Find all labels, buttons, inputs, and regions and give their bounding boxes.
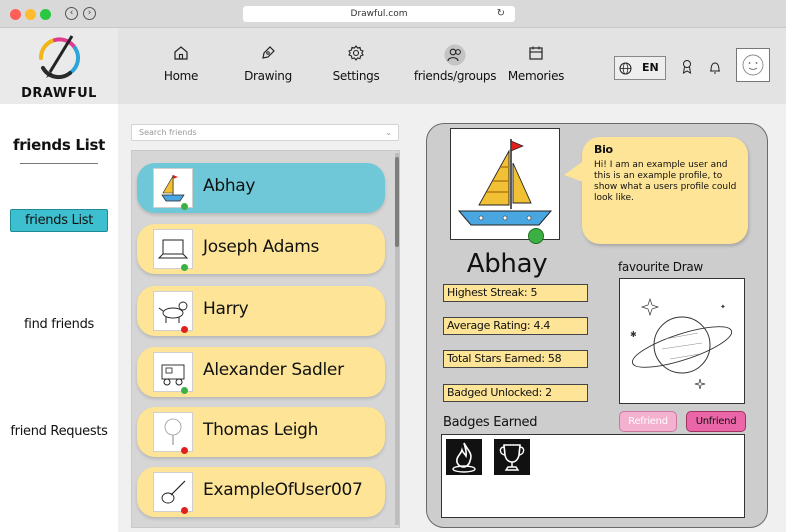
sidebar-item-friends-list[interactable]: friends List (10, 209, 108, 232)
friend-card[interactable]: Harry (137, 286, 385, 336)
calendar-icon (529, 46, 543, 60)
nav-home[interactable]: Home (136, 44, 226, 83)
url-text: Drawful.com (350, 9, 408, 19)
favourite-draw-label: favourite Draw (618, 260, 703, 274)
friend-card[interactable]: Joseph Adams (137, 224, 385, 274)
nav-settings[interactable]: Settings (311, 44, 401, 83)
train-drawing-thumbnail (153, 352, 193, 392)
globe-icon (619, 57, 632, 79)
address-bar[interactable]: Drawful.com ↻ (243, 6, 515, 22)
sidebar-item-find-friends[interactable]: find friends (0, 317, 118, 332)
back-icon[interactable]: ‹ (65, 7, 78, 20)
friend-card[interactable]: Thomas Leigh (137, 407, 385, 457)
profile-picture (450, 128, 560, 240)
stat-badges-unlocked: Badged Unlocked: 2 (443, 384, 588, 402)
flame-badge-icon[interactable] (446, 439, 482, 475)
boat-drawing-thumbnail (153, 168, 193, 208)
browser-toolbar: ‹ › Drawful.com ↻ (0, 0, 786, 28)
logo[interactable]: DRAWFUL (0, 28, 118, 104)
profile-name: Abhay (466, 249, 548, 279)
bio-text: Hi! I am an example user and this is an … (594, 160, 737, 203)
brush-logo-icon (38, 35, 81, 79)
language-code: EN (642, 61, 659, 74)
unfriend-button[interactable]: Unfriend (686, 411, 746, 432)
brand-name: DRAWFUL (21, 86, 97, 101)
divider (20, 163, 98, 164)
friend-name: Alexander Sadler (203, 360, 344, 380)
search-friends-input[interactable]: Search friends ⌄ (131, 124, 399, 141)
svg-text:✱: ✱ (630, 330, 637, 339)
nav-drawing[interactable]: Drawing (223, 44, 313, 83)
maximize-window-button[interactable] (40, 9, 51, 20)
pen-icon (262, 46, 275, 59)
friend-name: ExampleOfUser007 (203, 480, 363, 500)
nav-memories[interactable]: Memories (491, 44, 581, 83)
chevron-down-icon[interactable]: ⌄ (385, 125, 392, 140)
guitar-drawing-thumbnail (153, 472, 193, 512)
sidebar-title: friends List (12, 136, 105, 154)
scrollbar-thumb[interactable] (395, 157, 399, 247)
nav-friends-groups[interactable]: friends/groups (405, 44, 505, 83)
status-online-indicator (528, 228, 544, 244)
sailboat-drawing (457, 139, 553, 226)
bio-title: Bio (594, 143, 613, 156)
friend-name: Harry (203, 299, 249, 319)
stat-average-rating: Average Rating: 4.4 (443, 317, 588, 335)
speech-tail (564, 159, 586, 183)
nav-memories-label: Memories (507, 69, 565, 83)
trophy-badge-icon[interactable] (494, 439, 530, 475)
stat-total-stars: Total Stars Earned: 58 (443, 350, 588, 368)
people-icon (444, 44, 466, 66)
laptop-drawing-thumbnail (153, 229, 193, 269)
svg-text:✦: ✦ (720, 303, 726, 311)
friend-name: Abhay (203, 176, 256, 196)
status-online-indicator (181, 387, 188, 394)
avatar[interactable] (736, 48, 770, 82)
nav-friends-groups-label: friends/groups (413, 69, 497, 83)
status-online-indicator (181, 203, 188, 210)
forward-icon[interactable]: › (83, 7, 96, 20)
status-offline-indicator (181, 326, 188, 333)
language-selector[interactable]: EN (614, 56, 666, 80)
status-offline-indicator (181, 507, 188, 514)
top-navigation: Home Drawing Settings friends/groups Mem… (118, 28, 786, 104)
home-icon (174, 46, 188, 60)
nav-home-label: Home (163, 69, 199, 83)
friend-name: Joseph Adams (203, 237, 320, 257)
stat-highest-streak: Highest Streak: 5 (443, 284, 588, 302)
friend-card[interactable]: Abhay (137, 163, 385, 213)
badges-box (441, 434, 745, 518)
dog-drawing-thumbnail (153, 291, 193, 331)
refriend-button[interactable]: Refriend (619, 411, 677, 432)
nav-settings-label: Settings (332, 69, 380, 83)
award-icon[interactable] (681, 59, 693, 79)
badges-earned-label: Badges Earned (443, 415, 538, 430)
close-window-button[interactable] (10, 9, 21, 20)
friend-card[interactable]: Alexander Sadler (137, 347, 385, 397)
status-offline-indicator (181, 447, 188, 454)
avatar-face-icon (742, 54, 764, 76)
status-online-indicator (181, 264, 188, 271)
sidebar: DRAWFUL friends List friends List find f… (0, 28, 118, 532)
reload-icon[interactable]: ↻ (497, 6, 505, 22)
tree-drawing-thumbnail (153, 412, 193, 452)
bell-icon[interactable] (709, 60, 721, 79)
favourite-drawing[interactable]: ✱ ✦ (619, 278, 745, 404)
planet-drawing: ✱ ✦ (630, 297, 733, 390)
minimize-window-button[interactable] (25, 9, 36, 20)
gear-icon (348, 45, 364, 61)
sidebar-item-friend-requests[interactable]: friend Requests (0, 424, 118, 439)
friend-name: Thomas Leigh (203, 420, 319, 440)
nav-drawing-label: Drawing (244, 69, 292, 83)
search-placeholder: Search friends (139, 128, 197, 137)
friend-card[interactable]: ExampleOfUser007 (137, 467, 385, 517)
